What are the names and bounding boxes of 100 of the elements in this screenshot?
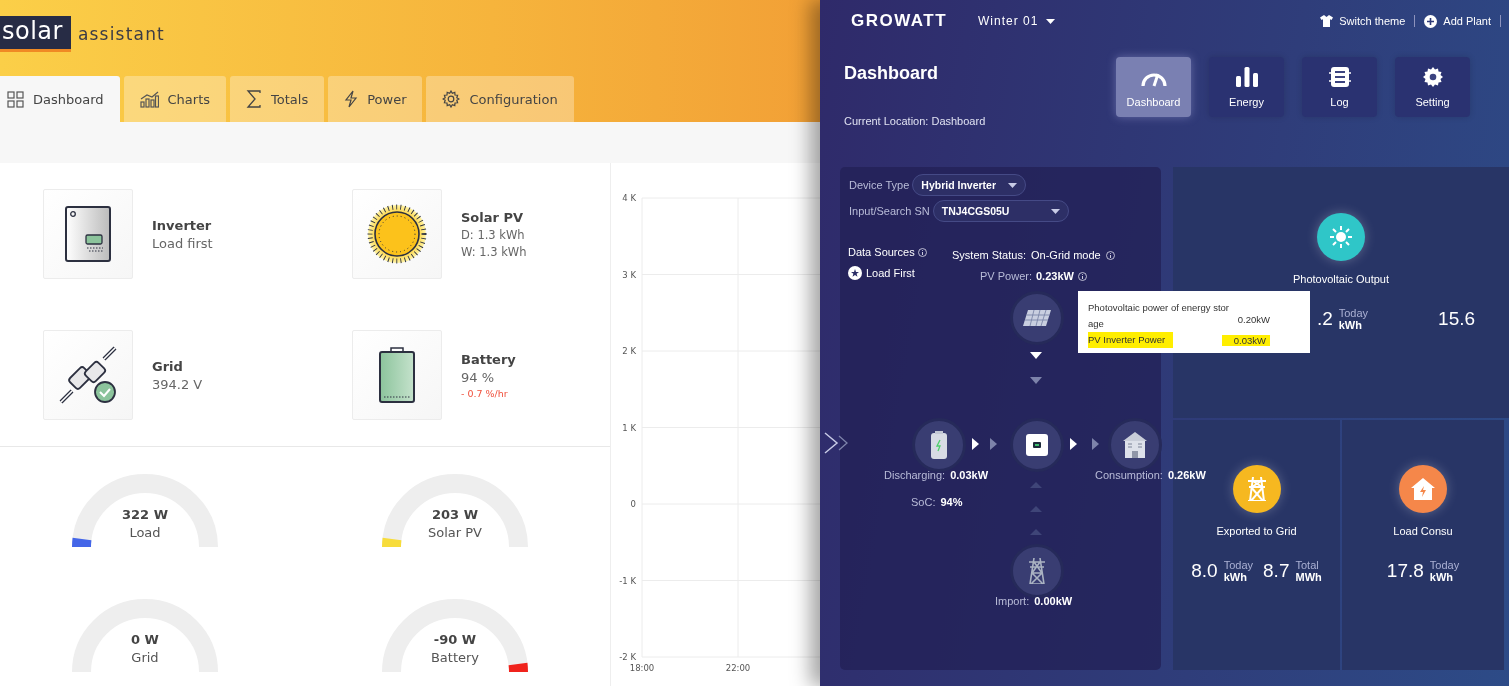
breadcrumb: Current Location: Dashboard bbox=[844, 115, 987, 127]
inverter-icon bbox=[65, 206, 111, 262]
info-icon bbox=[1105, 250, 1115, 260]
logo-mark: solar bbox=[0, 16, 71, 52]
reading-label: Discharging: bbox=[884, 469, 946, 481]
battery-icon bbox=[931, 431, 947, 459]
flow-arrow-icon bbox=[1030, 506, 1042, 512]
reading-label: Consumption: bbox=[1095, 469, 1163, 481]
card-value: D: 1.3 kWh bbox=[461, 227, 526, 242]
status-label: System Status: bbox=[952, 249, 1026, 261]
reading-value: 0.00kW bbox=[1034, 595, 1073, 607]
flow-arrow-icon bbox=[1070, 438, 1077, 450]
gauge-label: Battery bbox=[430, 650, 480, 665]
nav-button[interactable]: Setting bbox=[1395, 57, 1470, 117]
axis-tick-label: -2 K bbox=[619, 652, 636, 662]
settings-icon bbox=[1422, 66, 1443, 87]
solar-badge-icon bbox=[1317, 213, 1365, 261]
rate-text: - 0.7 %/hr bbox=[461, 387, 509, 399]
gauge-label: Grid bbox=[131, 650, 159, 665]
status-value: On-Grid mode bbox=[1031, 249, 1101, 261]
axis-tick-label: 1 K bbox=[622, 422, 636, 433]
grid-icon bbox=[7, 90, 24, 108]
stat-unit: kWh bbox=[1338, 319, 1363, 331]
bolt-icon bbox=[344, 90, 359, 108]
tooltip-value: 0.03kW bbox=[1221, 334, 1270, 346]
gauge-value: 203 W bbox=[432, 507, 478, 522]
header-link[interactable]: Add Plant bbox=[1424, 14, 1491, 28]
reading-label: SoC: bbox=[911, 496, 936, 508]
star-badge-icon bbox=[848, 266, 862, 280]
axis-tick-label: 3 K bbox=[622, 269, 636, 280]
nav-tab[interactable]: Charts bbox=[123, 76, 227, 122]
stat-value: 8.7 bbox=[1263, 560, 1290, 582]
reading-label: PV Power: bbox=[980, 270, 1032, 282]
shirt-icon bbox=[1320, 15, 1334, 27]
plant-selector[interactable]: Winter 01 bbox=[978, 14, 1056, 28]
card-title: Solar PV bbox=[461, 209, 525, 225]
axis-tick-label: 18:00 bbox=[629, 663, 655, 673]
tooltip-label: Photovoltaic power of energy storage bbox=[1088, 301, 1230, 331]
device-type-select[interactable]: Hybrid Inverter bbox=[912, 174, 1027, 196]
settings-icon bbox=[442, 90, 461, 108]
flow-arrow-icon bbox=[1092, 438, 1099, 450]
serial-number-select[interactable]: TNJ4CGS05U bbox=[932, 200, 1069, 222]
solar-panel-icon bbox=[1022, 309, 1052, 327]
caret-icon bbox=[1050, 208, 1060, 214]
logo-text: assistant bbox=[77, 24, 165, 44]
axis-tick-label: 0 bbox=[630, 499, 636, 509]
sun-icon bbox=[367, 204, 427, 264]
chart-icon bbox=[139, 90, 159, 108]
field-label: Device Type bbox=[849, 179, 910, 191]
flow-arrow-icon bbox=[1030, 529, 1042, 535]
nav-tab[interactable]: Configuration bbox=[426, 76, 574, 122]
nav-button[interactable]: Log bbox=[1302, 57, 1377, 117]
gauge-label: Load bbox=[129, 525, 161, 540]
stat-value: 17.8 bbox=[1386, 560, 1424, 582]
caret-icon bbox=[1008, 182, 1018, 188]
info-icon bbox=[917, 247, 927, 257]
nav-tab[interactable]: Totals bbox=[230, 76, 325, 122]
tooltip-value: 0.20kW bbox=[1237, 313, 1270, 325]
card-title: Grid bbox=[152, 358, 184, 374]
info-icon bbox=[1077, 271, 1087, 281]
card-value: Load first bbox=[152, 235, 213, 251]
axis-tick-label: 22:00 bbox=[725, 663, 751, 673]
axis-tick-label: 2 K bbox=[622, 346, 636, 356]
stat-title: Exported to Grid bbox=[1216, 525, 1297, 537]
card-title: Inverter bbox=[152, 217, 213, 233]
nav-tab[interactable]: Dashboard bbox=[0, 76, 120, 122]
card-value: W: 1.3 kWh bbox=[461, 244, 527, 259]
stat-value: 8.0 bbox=[1191, 560, 1218, 582]
stat-value: .2 bbox=[1316, 308, 1333, 330]
axis-tick-label: 4 K bbox=[622, 193, 636, 203]
bar-chart-icon bbox=[1235, 66, 1258, 87]
nav-tab[interactable]: Power bbox=[328, 76, 423, 122]
stat-unit: MWh bbox=[1295, 571, 1322, 583]
mode-label: Load First bbox=[866, 267, 915, 279]
axis-tick-label: -1 K bbox=[619, 575, 636, 586]
header-link[interactable]: Switch theme bbox=[1320, 15, 1406, 27]
stat-title: Load Consu bbox=[1393, 525, 1453, 537]
nav-button[interactable]: Energy bbox=[1209, 57, 1284, 117]
tooltip-label: PV Inverter Power bbox=[1088, 332, 1174, 348]
sigma-icon bbox=[246, 90, 263, 108]
stat-unit: kWh bbox=[1429, 571, 1455, 583]
stat-title: Photovoltaic Output bbox=[1293, 273, 1389, 285]
nav-button[interactable]: Dashboard bbox=[1116, 57, 1191, 117]
section-title: Data Sources bbox=[848, 246, 915, 258]
reading-value: 0.26kW bbox=[1167, 469, 1206, 481]
reading-value: 94% bbox=[940, 496, 963, 508]
reading-label: Import: bbox=[995, 595, 1030, 607]
stat-period: Total bbox=[1295, 559, 1320, 571]
field-label: Input/Search SN bbox=[849, 205, 930, 217]
stat-period: Today bbox=[1338, 307, 1369, 319]
gauge-value: 0 W bbox=[131, 632, 159, 647]
reading-value: 0.23kW bbox=[1035, 270, 1074, 282]
page-title: Dashboard bbox=[844, 63, 940, 84]
card-value: 394.2 V bbox=[152, 376, 203, 392]
house-badge-icon bbox=[1399, 465, 1447, 513]
stat-value: 15.6 bbox=[1438, 308, 1476, 330]
caret-icon bbox=[1046, 18, 1056, 24]
plug-icon bbox=[58, 345, 118, 405]
reading-value: 0.03kW bbox=[950, 469, 989, 481]
inverter-icon bbox=[1026, 434, 1048, 456]
